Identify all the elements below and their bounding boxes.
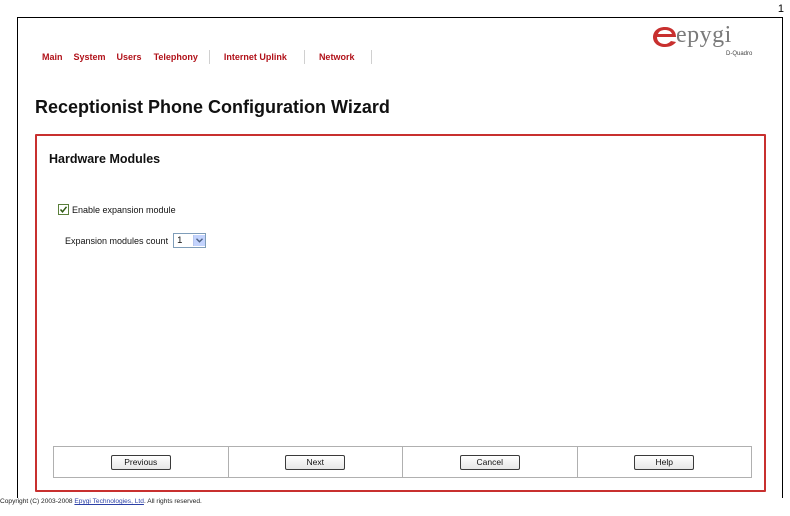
- checkmark-icon: [59, 206, 68, 213]
- modules-count-label: Expansion modules count: [65, 235, 169, 246]
- company-link[interactable]: Epygi Technologies, Ltd: [74, 498, 144, 505]
- menu-users[interactable]: Users: [117, 52, 142, 62]
- modules-count-row: Expansion modules count 1: [65, 233, 207, 248]
- enable-expansion-checkbox[interactable]: [58, 204, 69, 215]
- copyright-suffix: . All rights reserved.: [143, 498, 202, 505]
- menu-network[interactable]: Network: [319, 52, 355, 62]
- logo-word: epygi: [676, 22, 732, 48]
- button-cell: Cancel: [403, 447, 578, 477]
- enable-expansion-row: Enable expansion module: [58, 204, 176, 215]
- button-cell: Next: [229, 447, 403, 477]
- page-number: 1: [777, 3, 784, 15]
- copyright-footer: Copyright (C) 2003-2008 Epygi Technologi…: [0, 498, 202, 505]
- logo-subtitle: D-Quadro: [726, 51, 753, 57]
- enable-expansion-label: Enable expansion module: [72, 204, 176, 215]
- page-title: Receptionist Phone Configuration Wizard: [35, 97, 390, 117]
- wizard-button-bar: Previous Next Cancel Help: [53, 446, 752, 478]
- menu-internet-uplink[interactable]: Internet Uplink: [224, 52, 287, 62]
- cancel-button[interactable]: Cancel: [459, 454, 520, 470]
- menu-separator: [303, 50, 305, 64]
- menu-system[interactable]: System: [74, 52, 106, 62]
- previous-button[interactable]: Previous: [110, 454, 171, 470]
- help-button[interactable]: Help: [634, 454, 695, 470]
- modules-count-value: 1: [177, 235, 183, 246]
- epygi-logo: epygi D-Quadro: [652, 22, 772, 66]
- modules-count-select[interactable]: 1: [173, 233, 207, 248]
- chevron-down-icon: [193, 235, 206, 246]
- logo-mark-icon: [653, 27, 676, 47]
- menu-main[interactable]: Main: [42, 52, 63, 62]
- button-cell: Previous: [54, 447, 229, 477]
- menu-separator: [208, 50, 210, 64]
- menu-telephony[interactable]: Telephony: [154, 52, 198, 62]
- panel-title: Hardware Modules: [49, 152, 161, 166]
- wizard-panel: Hardware Modules Enable expansion module…: [35, 134, 766, 492]
- copyright-prefix: Copyright (C) 2003-2008: [0, 498, 75, 505]
- top-menu: Main System Users Telephony Internet Upl…: [39, 50, 386, 64]
- button-cell: Help: [578, 447, 752, 477]
- next-button[interactable]: Next: [285, 454, 346, 470]
- menu-separator: [371, 50, 373, 64]
